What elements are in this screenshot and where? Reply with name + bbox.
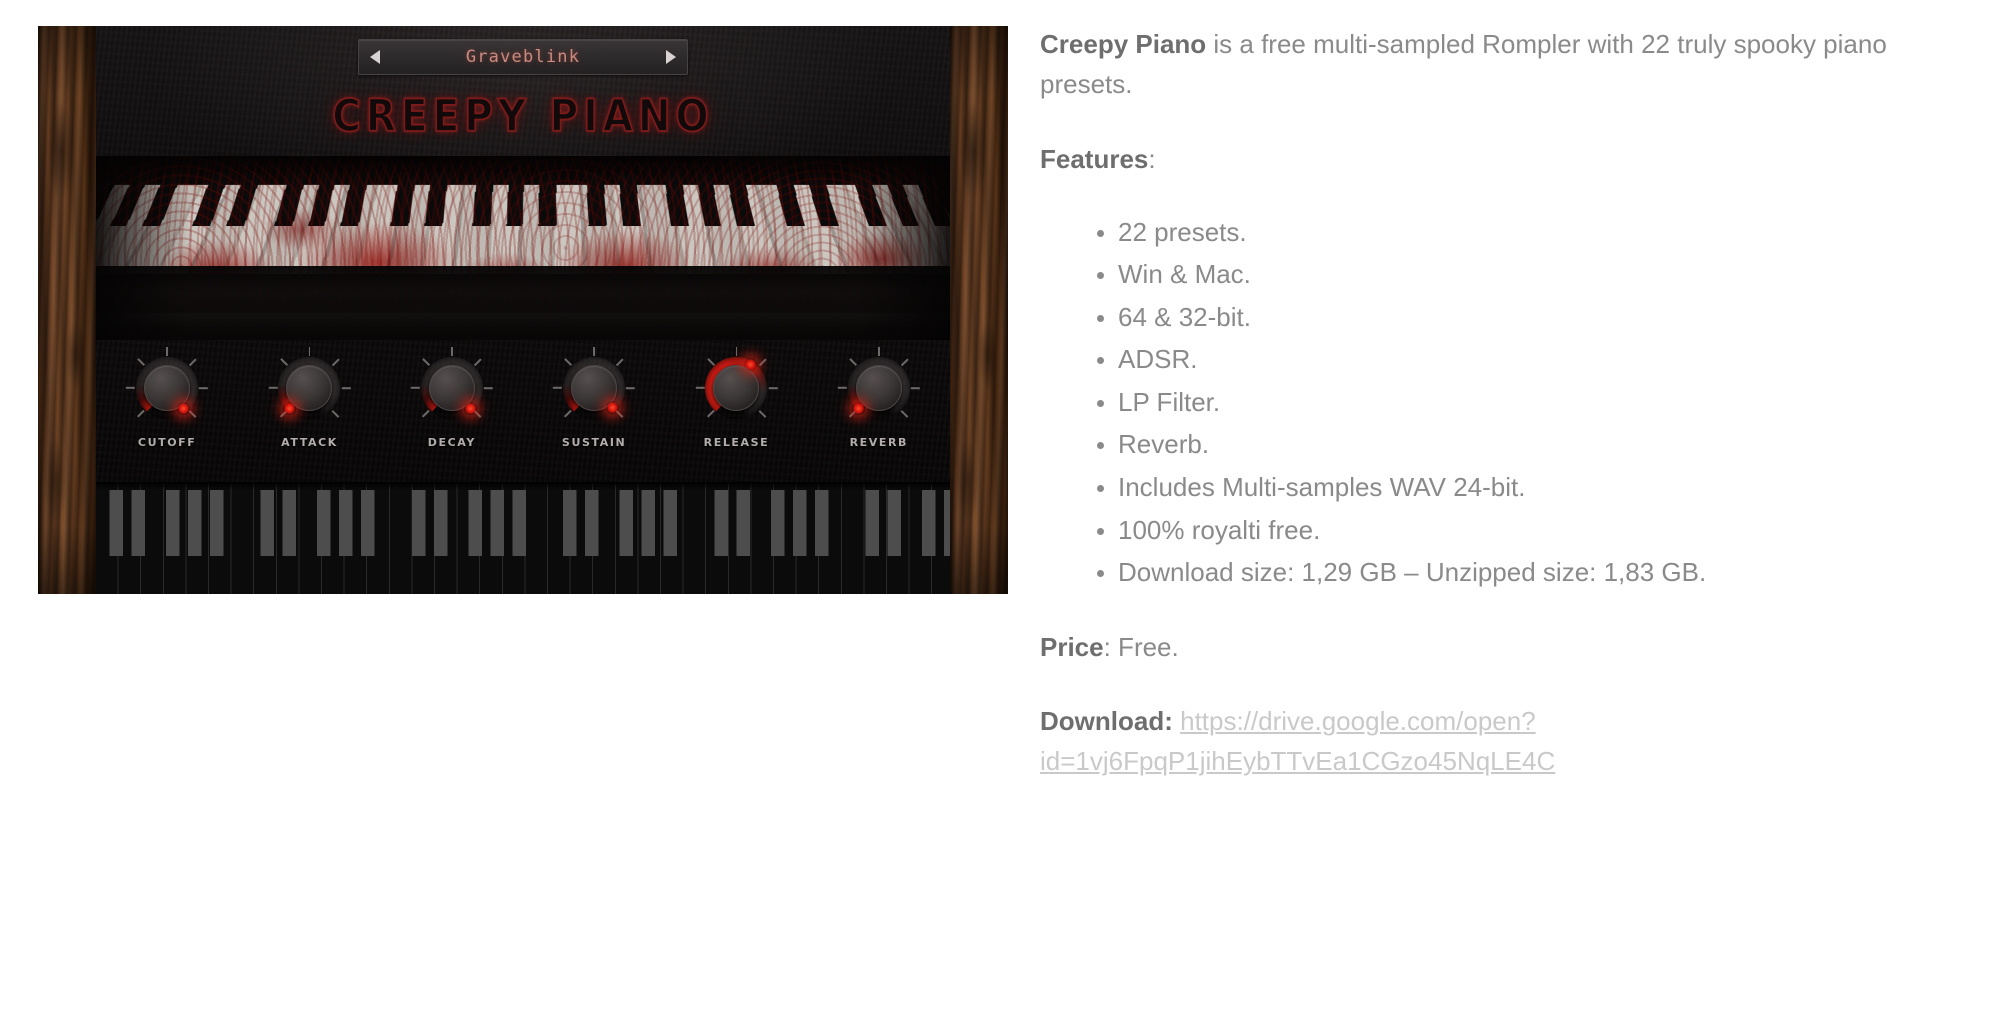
- knob-pointer-glow: [851, 402, 865, 415]
- article-body: Creepy Piano is a free multi-sampled Rom…: [1040, 24, 1950, 815]
- product-name: Creepy Piano: [1040, 29, 1207, 59]
- wood-panel-left: [38, 26, 96, 594]
- page-root: Graveblink CREEPY PIANO CUTOFF ATTACK DE…: [0, 0, 1990, 1018]
- knob-label-sustain: SUSTAIN: [561, 436, 627, 449]
- triangle-left-icon: [370, 50, 380, 64]
- knob-cell-sustain: SUSTAIN: [523, 347, 665, 468]
- onscreen-keyboard[interactable]: [96, 482, 950, 594]
- sustain-knob[interactable]: [553, 347, 636, 424]
- cutoff-knob[interactable]: [126, 347, 209, 424]
- lead-paragraph: Creepy Piano is a free multi-sampled Rom…: [1040, 24, 1950, 105]
- wood-panel-right: [950, 26, 1008, 594]
- list-item: 100% royalti free.: [1118, 511, 1950, 551]
- knob-cell-attack: ATTACK: [238, 347, 380, 468]
- list-item: 22 presets.: [1118, 213, 1950, 253]
- knob-label-attack: ATTACK: [281, 436, 338, 449]
- knob-cell-decay: DECAY: [381, 347, 523, 468]
- attack-knob[interactable]: [268, 347, 351, 424]
- features-colon: :: [1148, 143, 1156, 174]
- download-paragraph: Download: https://drive.google.com/open?…: [1040, 701, 1950, 782]
- reverb-knob[interactable]: [837, 347, 920, 424]
- list-item: Download size: 1,29 GB – Unzipped size: …: [1118, 553, 1950, 593]
- knob-label-cutoff: CUTOFF: [137, 436, 197, 449]
- features-heading: Features:: [1040, 139, 1950, 179]
- features-label: Features: [1040, 143, 1149, 174]
- triangle-right-icon: [666, 50, 676, 64]
- decay-knob[interactable]: [410, 347, 493, 424]
- preset-name-display[interactable]: Graveblink: [391, 47, 655, 67]
- release-knob[interactable]: [695, 347, 778, 424]
- knob-label-reverb: REVERB: [849, 436, 909, 449]
- list-item: Includes Multi-samples WAV 24-bit.: [1118, 468, 1950, 508]
- plugin-panel: Graveblink CREEPY PIANO CUTOFF ATTACK DE…: [96, 26, 950, 594]
- download-label: Download:: [1040, 705, 1173, 736]
- list-item: ADSR.: [1118, 340, 1950, 380]
- keyboard-black-keys[interactable]: [96, 490, 950, 556]
- price-label: Price: [1040, 631, 1104, 662]
- creepy-piano-plugin-window: Graveblink CREEPY PIANO CUTOFF ATTACK DE…: [38, 26, 1008, 594]
- keyboard-top-shadow: [96, 482, 950, 490]
- knob-pointer-glow: [463, 402, 477, 415]
- preset-next-arrow-icon[interactable]: [655, 50, 687, 64]
- list-item: Win & Mac.: [1118, 255, 1950, 295]
- list-item: Reverb.: [1118, 425, 1950, 465]
- preset-browser[interactable]: Graveblink: [358, 39, 688, 75]
- knob-label-release: RELEASE: [703, 436, 770, 449]
- list-item: 64 & 32-bit.: [1118, 298, 1950, 338]
- price-paragraph: Price: Free.: [1040, 627, 1950, 667]
- knob-cell-cutoff: CUTOFF: [96, 347, 238, 468]
- price-value: : Free.: [1103, 631, 1179, 662]
- plugin-logo: CREEPY PIANO: [332, 90, 714, 143]
- knob-label-decay: DECAY: [427, 436, 476, 449]
- preset-prev-arrow-icon[interactable]: [359, 50, 391, 64]
- knob-row: CUTOFF ATTACK DECAY SUSTAIN RELEASE REVE…: [96, 347, 950, 468]
- list-item: LP Filter.: [1118, 383, 1950, 423]
- artwork-vignette: [96, 156, 950, 340]
- features-list: 22 presets. Win & Mac. 64 & 32-bit. ADSR…: [1040, 213, 1950, 593]
- knob-cell-release: RELEASE: [665, 347, 807, 468]
- knob-cell-reverb: REVERB: [808, 347, 950, 468]
- plugin-screenshot-figure: Graveblink CREEPY PIANO CUTOFF ATTACK DE…: [38, 26, 1008, 594]
- bloody-piano-artwork: [96, 156, 950, 340]
